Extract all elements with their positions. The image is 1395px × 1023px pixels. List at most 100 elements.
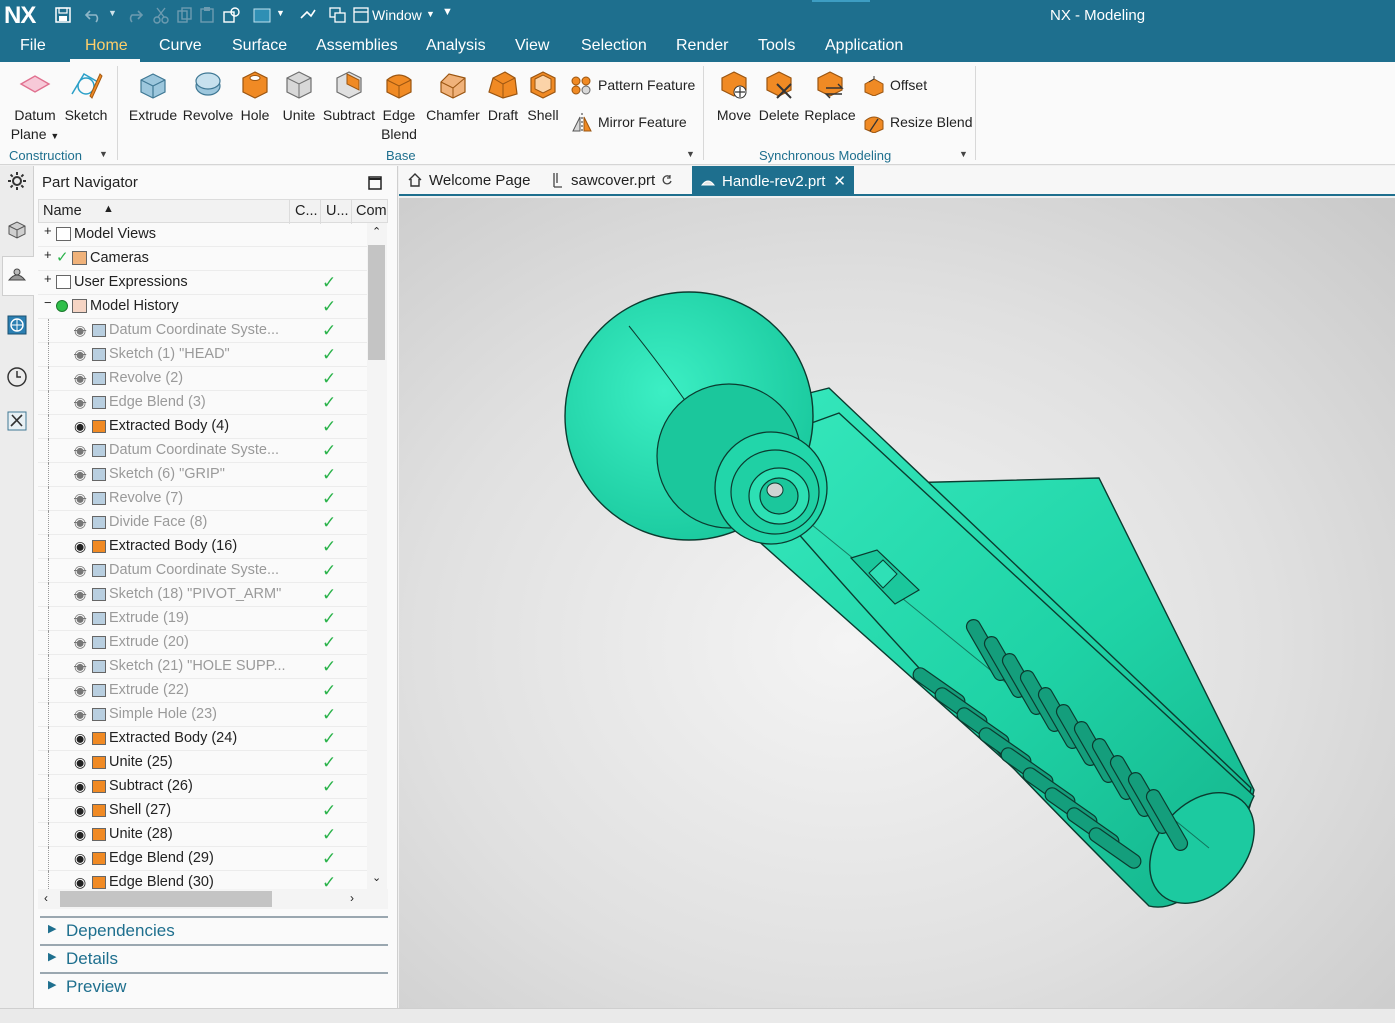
repeat-command-icon[interactable] [222, 6, 242, 24]
delete-face-button[interactable]: Delete [756, 66, 802, 125]
column-comment[interactable]: Com [356, 203, 387, 219]
hidden-eye-icon[interactable]: ◉ [74, 562, 86, 579]
hidden-eye-icon[interactable]: ◉ [74, 394, 86, 411]
feature-row[interactable]: ◉ Edge Blend (29) ✓ [38, 847, 386, 871]
preview-section[interactable]: ▶ Preview [40, 972, 388, 999]
visible-eye-icon[interactable]: ◉ [74, 826, 86, 843]
window-menu-label[interactable]: Window [372, 7, 422, 23]
menu-home[interactable]: Home [85, 37, 128, 55]
window-layout-icon[interactable] [252, 6, 272, 24]
feature-row[interactable]: ◉ Unite (28) ✓ [38, 823, 386, 847]
visible-eye-icon[interactable]: ◉ [74, 802, 86, 819]
undo-icon[interactable] [84, 7, 104, 23]
feature-row[interactable]: ◉ Datum Coordinate Syste... ✓ [38, 559, 386, 583]
visible-check-icon[interactable]: ✓ [56, 248, 69, 266]
menu-selection[interactable]: Selection [581, 37, 647, 55]
hole-button[interactable]: Hole [236, 66, 274, 125]
feature-row[interactable]: ◉ Sketch (1) "HEAD" ✓ [38, 343, 386, 367]
visible-eye-icon[interactable]: ◉ [74, 418, 86, 435]
menu-surface[interactable]: Surface [232, 37, 287, 55]
switch-window-icon[interactable] [328, 6, 348, 24]
layout-dropdown-icon[interactable]: ▼ [276, 8, 285, 18]
feature-row[interactable]: ◉ Edge Blend (3) ✓ [38, 391, 386, 415]
hidden-eye-icon[interactable]: ◉ [74, 706, 86, 723]
horizontal-scroll-thumb[interactable] [60, 891, 272, 907]
subtract-button[interactable]: Subtract [322, 66, 376, 125]
menu-application[interactable]: Application [825, 37, 903, 55]
sort-ascending-icon[interactable]: ▲ [103, 203, 114, 215]
tree-node-cameras[interactable]: + ✓ Cameras [38, 247, 386, 271]
section-expand-icon[interactable]: ▶ [48, 922, 56, 935]
undo-dropdown-icon[interactable]: ▼ [108, 8, 117, 18]
redo-icon[interactable] [124, 7, 144, 23]
hidden-eye-icon[interactable]: ◉ [74, 634, 86, 651]
visible-eye-icon[interactable]: ◉ [74, 730, 86, 747]
copy-icon[interactable] [176, 6, 194, 24]
scroll-up-icon[interactable]: ⌃ [372, 225, 381, 238]
tree-node-user-expressions[interactable]: + User Expressions ✓ [38, 271, 386, 295]
feature-row[interactable]: ◉ Shell (27) ✓ [38, 799, 386, 823]
expand-icon[interactable]: + [44, 224, 54, 237]
menu-file[interactable]: File [20, 37, 46, 55]
assembly-navigator-icon[interactable] [6, 218, 28, 240]
hidden-eye-icon[interactable]: ◉ [74, 466, 86, 483]
close-tab-icon[interactable]: ✕ [833, 172, 846, 190]
mirror-feature-button[interactable]: Mirror Feature [570, 111, 687, 133]
hidden-eye-icon[interactable]: ◉ [74, 370, 86, 387]
scroll-right-icon[interactable]: › [350, 891, 354, 905]
datum-plane-dropdown-icon[interactable]: ▼ [50, 131, 59, 141]
feature-row[interactable]: ◉ Revolve (2) ✓ [38, 367, 386, 391]
collapse-icon[interactable]: − [44, 296, 54, 309]
feature-row[interactable]: ◉ Extracted Body (16) ✓ [38, 535, 386, 559]
menu-render[interactable]: Render [676, 37, 728, 55]
dependencies-section[interactable]: ▶ Dependencies [40, 916, 388, 943]
customize-toolbar-icon[interactable]: ▼ [442, 6, 453, 18]
feature-row[interactable]: ◉ Unite (25) ✓ [38, 751, 386, 775]
feature-row[interactable]: ◉ Extrude (19) ✓ [38, 607, 386, 631]
edge-blend-button[interactable]: Edge Blend [378, 66, 420, 144]
reuse-library-icon[interactable] [6, 410, 28, 432]
construction-more-icon[interactable]: ▼ [99, 149, 108, 159]
unite-button[interactable]: Unite [278, 66, 320, 125]
feature-row[interactable]: ◉ Edge Blend (30) ✓ [38, 871, 386, 889]
menu-view[interactable]: View [515, 37, 549, 55]
scroll-left-icon[interactable]: ‹ [44, 891, 48, 905]
visible-eye-icon[interactable]: ◉ [74, 778, 86, 795]
feature-row[interactable]: ◉ Extracted Body (24) ✓ [38, 727, 386, 751]
extrude-button[interactable]: Extrude [126, 66, 180, 125]
hidden-eye-icon[interactable]: ◉ [74, 682, 86, 699]
base-more-icon[interactable]: ▼ [686, 149, 695, 159]
resize-blend-button[interactable]: Resize Blend [862, 111, 973, 133]
feature-row[interactable]: ◉ Extrude (22) ✓ [38, 679, 386, 703]
hidden-eye-icon[interactable]: ◉ [74, 322, 86, 339]
sketch-button[interactable]: Sketch [64, 66, 108, 125]
section-expand-icon[interactable]: ▶ [48, 950, 56, 963]
handle-model[interactable] [399, 198, 1395, 1008]
feature-row[interactable]: ◉ Sketch (18) "PIVOT_ARM" ✓ [38, 583, 386, 607]
hidden-eye-icon[interactable]: ◉ [74, 490, 86, 507]
menu-assemblies[interactable]: Assemblies [316, 37, 398, 55]
feature-row[interactable]: ◉ Datum Coordinate Syste... ✓ [38, 319, 386, 343]
feature-row[interactable]: ◉ Datum Coordinate Syste... ✓ [38, 439, 386, 463]
chamfer-button[interactable]: Chamfer [424, 66, 482, 125]
move-face-button[interactable]: Move [712, 66, 756, 125]
touch-mode-icon[interactable] [298, 6, 318, 24]
menu-tools[interactable]: Tools [758, 37, 795, 55]
hidden-eye-icon[interactable]: ◉ [74, 514, 86, 531]
maximize-panel-icon[interactable] [368, 176, 382, 190]
scroll-down-icon[interactable]: ⌄ [372, 871, 381, 884]
column-current[interactable]: C... [295, 203, 318, 219]
feature-row[interactable]: ◉ Extrude (20) ✓ [38, 631, 386, 655]
vertical-scroll-thumb[interactable] [368, 245, 385, 360]
visible-eye-icon[interactable]: ◉ [74, 538, 86, 555]
pattern-feature-button[interactable]: Pattern Feature [570, 74, 695, 96]
hidden-eye-icon[interactable]: ◉ [74, 442, 86, 459]
hidden-eye-icon[interactable]: ◉ [74, 346, 86, 363]
datum-plane-button[interactable]: Datum Plane ▼ [8, 66, 62, 146]
window-icon[interactable] [352, 6, 370, 24]
shell-button[interactable]: Shell [524, 66, 562, 125]
tab-handle-rev2[interactable]: Handle-rev2.prt ✕ [692, 166, 854, 196]
tab-welcome-page[interactable]: Welcome Page [399, 166, 538, 194]
graphics-window[interactable] [399, 198, 1395, 1008]
feature-row[interactable]: ◉ Subtract (26) ✓ [38, 775, 386, 799]
